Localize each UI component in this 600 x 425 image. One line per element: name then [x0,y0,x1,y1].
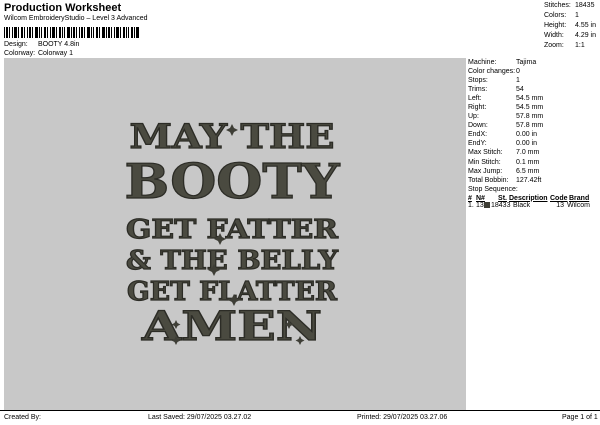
seq-n: 13 [476,201,484,209]
property-value: 6.5 mm [516,167,540,175]
design-value: BOOTY 4.8in [37,41,80,48]
colorway-row: Colorway: Colorway 1 [4,50,73,57]
properties-panel: Machine: Tajima Color changes: 0 Stops: 1 T… [465,58,597,410]
stat-label: Height: [544,22,567,29]
property-value: 54.5 mm [516,95,544,103]
property-label: Max Stitch: [468,149,503,157]
stat-value: 18435 [575,2,595,9]
property-label: EndY: [468,140,487,148]
seq-code: 13 [556,201,564,209]
property-row: Stops: 1 [466,77,597,86]
stop-sequence-row[interactable]: 1. 13 18433 Black 13 Wilcom [466,202,597,209]
barcode [4,27,139,38]
stop-sequence-header: # N# St. Description Code Brand [466,195,597,202]
stat-label: Stitches: [544,2,571,9]
design-line-4: & THE BELLY [126,246,338,276]
seq-stitches: 18433 [491,201,511,209]
design-line-6: AMEN [141,303,322,350]
machine-properties: Machine: Tajima Color changes: 0 Stops: 1 T… [466,58,597,186]
seq-brand: Wilcom [567,201,590,209]
design-line-2: BOOTY [125,154,341,210]
property-value: 54.5 mm [516,104,544,112]
col-n: N# [476,194,485,202]
col-description: Description [509,194,548,202]
property-label: Stops: [468,77,488,85]
property-value: 0 [516,68,520,76]
colorway-label: Colorway: [4,50,36,57]
property-label: Up: [468,113,479,121]
stat-label: Width: [544,32,564,39]
property-label: Right: [468,104,487,112]
property-label: Min Stitch: [468,158,501,166]
stop-sequence-title: Stop Sequence: [468,185,518,193]
property-row: Max Jump: 6.5 mm [466,168,597,177]
stat-value: 1:1 [575,42,585,49]
design-row: Design: BOOTY 4.8in [4,41,79,48]
property-value: 57.8 mm [516,122,544,130]
col-brand: Brand [569,194,590,202]
property-value: 127.42ft [516,176,542,184]
property-value: 57.8 mm [516,113,544,121]
embroidery-design: MAY THE BOOTY GET FATTER & THE BELLY GET… [124,116,341,350]
seq-description: Black [513,201,531,209]
design-label: Design: [4,41,28,48]
property-value: 0.00 in [516,140,538,148]
property-row: Right: 54.5 mm [466,104,597,113]
stat-row: Height: 4.55 in [544,22,596,32]
property-row: Up: 57.8 mm [466,113,597,122]
stat-row: Colors: 1 [544,12,596,22]
col-code: Code [550,194,568,202]
stat-label: Colors: [544,12,567,19]
stat-value: 1 [575,12,579,19]
property-row: Machine: Tajima [466,59,597,68]
colorway-value: Colorway 1 [37,50,73,57]
seq-num: 1. [468,201,474,209]
stat-value: 4.29 in [574,32,597,39]
property-label: Color changes: [468,68,516,76]
property-row: EndY: 0.00 in [466,140,597,149]
property-row: Down: 57.8 mm [466,122,597,131]
property-label: Total Bobbin: [468,176,509,184]
property-value: 1 [516,77,520,85]
printed-date: Printed: 29/07/2025 03.27.06 [357,414,448,421]
page-number: Page 1 of 1 [562,414,598,421]
worksheet-title: Production Worksheet [4,2,122,14]
property-value: 54 [516,86,524,94]
design-line-1: MAY THE [130,117,335,157]
summary-stats: Stitches: 18435 Colors: 1 Height: 4.55 in W… [544,2,596,52]
col-num: # [468,194,472,202]
property-row: Color changes: 0 [466,68,597,77]
property-row: Total Bobbin: 127.42ft [466,177,597,186]
property-label: Down: [468,122,488,130]
design-preview[interactable]: MAY THE BOOTY GET FATTER & THE BELLY GET… [4,58,465,410]
property-value: 0.00 in [516,131,538,139]
page-footer: Created By: Last Saved: 29/07/2025 03.27… [0,410,600,425]
property-label: Max Jump: [468,167,503,175]
property-value: 0.1 mm [516,158,540,166]
property-row: Left: 54.5 mm [466,95,597,104]
created-by: Created By: [4,414,41,421]
property-label: Machine: [468,59,497,66]
stat-label: Zoom: [544,42,564,49]
stat-row: Stitches: 18435 [544,2,596,12]
property-label: Left: [468,95,482,103]
property-row: Min Stitch: 0.1 mm [466,159,597,168]
design-line-3: GET FATTER [126,215,338,245]
property-value: 7.0 mm [516,149,540,157]
last-saved: Last Saved: 29/07/2025 03.27.02 [148,414,252,421]
stat-row: Zoom: 1:1 [544,42,596,52]
property-row: EndX: 0.00 in [466,131,597,140]
property-row: Trims: 54 [466,86,597,95]
property-row: Max Stitch: 7.0 mm [466,149,597,158]
stat-row: Width: 4.29 in [544,32,596,42]
col-st: St. [498,194,507,202]
software-subtitle: Wilcom EmbroideryStudio – Level 3 Advanc… [4,15,148,22]
stat-value: 4.55 in [574,22,597,29]
color-swatch [484,202,490,209]
property-label: EndX: [468,131,488,139]
property-value: Tajima [516,59,537,66]
property-label: Trims: [468,86,488,94]
